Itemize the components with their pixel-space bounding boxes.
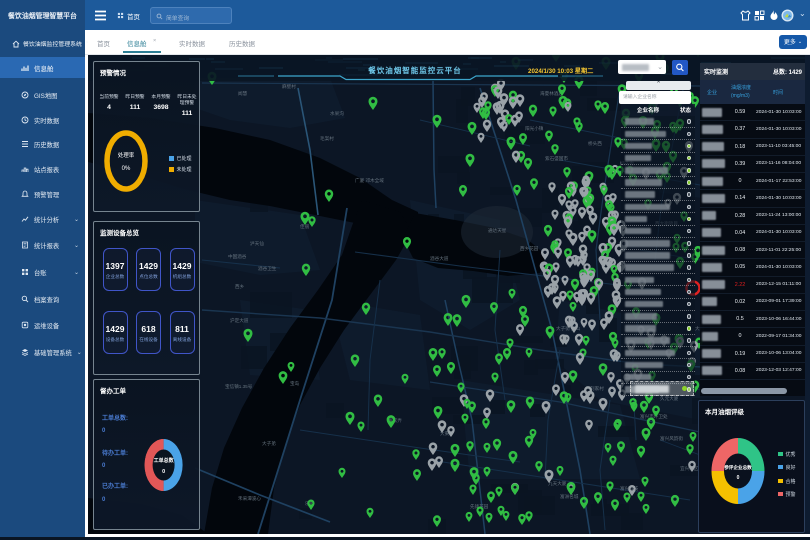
svg-text:九天大厦: 九天大厦 xyxy=(548,480,567,487)
svg-text:酒谷卫生: 酒谷卫生 xyxy=(258,265,277,272)
svg-text:刘家村: 刘家村 xyxy=(590,385,604,391)
svg-text:参评企业总数: 参评企业总数 xyxy=(724,464,752,471)
svg-text:酒谷大道: 酒谷大道 xyxy=(430,255,449,262)
svg-text:富兴风韵街: 富兴风韵街 xyxy=(660,435,683,442)
svg-text:工单总数: 工单总数 xyxy=(154,457,175,464)
svg-text:禾采潭波心: 禾采潭波心 xyxy=(238,495,261,502)
svg-text:处理率: 处理率 xyxy=(118,151,135,159)
svg-text:久元大厦: 久元大厦 xyxy=(660,395,679,402)
svg-text:0: 0 xyxy=(737,475,740,481)
svg-text:毛案村: 毛案村 xyxy=(320,135,334,142)
svg-text:0: 0 xyxy=(162,469,165,475)
svg-text:闻慧: 闻慧 xyxy=(238,90,248,97)
svg-text:通达天星: 通达天星 xyxy=(488,227,507,234)
svg-text:泸天仙: 泸天仙 xyxy=(250,240,264,247)
svg-text:大子弟: 大子弟 xyxy=(262,440,276,447)
svg-text:0%: 0% xyxy=(122,166,131,172)
svg-text:阳光小镇: 阳光小镇 xyxy=(525,125,544,132)
svg-text:西乡花园: 西乡花园 xyxy=(520,245,539,252)
svg-text:紫石盛国市: 紫石盛国市 xyxy=(545,155,568,162)
svg-text:先锋花园: 先锋花园 xyxy=(470,503,489,510)
svg-text:水呆沟: 水呆沟 xyxy=(330,110,344,117)
svg-text:麻壁村: 麻壁村 xyxy=(282,83,296,90)
svg-text:宝岛: 宝岛 xyxy=(290,380,300,387)
svg-text:宝信镇1.35号: 宝信镇1.35号 xyxy=(225,383,253,390)
svg-text:广厦 邓木全域: 广厦 邓木全域 xyxy=(355,177,384,184)
svg-text:中国酒谷: 中国酒谷 xyxy=(228,253,247,260)
svg-text:富洲名城: 富洲名城 xyxy=(560,493,579,500)
svg-text:桥头西: 桥头西 xyxy=(588,140,602,147)
svg-text:沪定大道: 沪定大道 xyxy=(230,317,249,324)
